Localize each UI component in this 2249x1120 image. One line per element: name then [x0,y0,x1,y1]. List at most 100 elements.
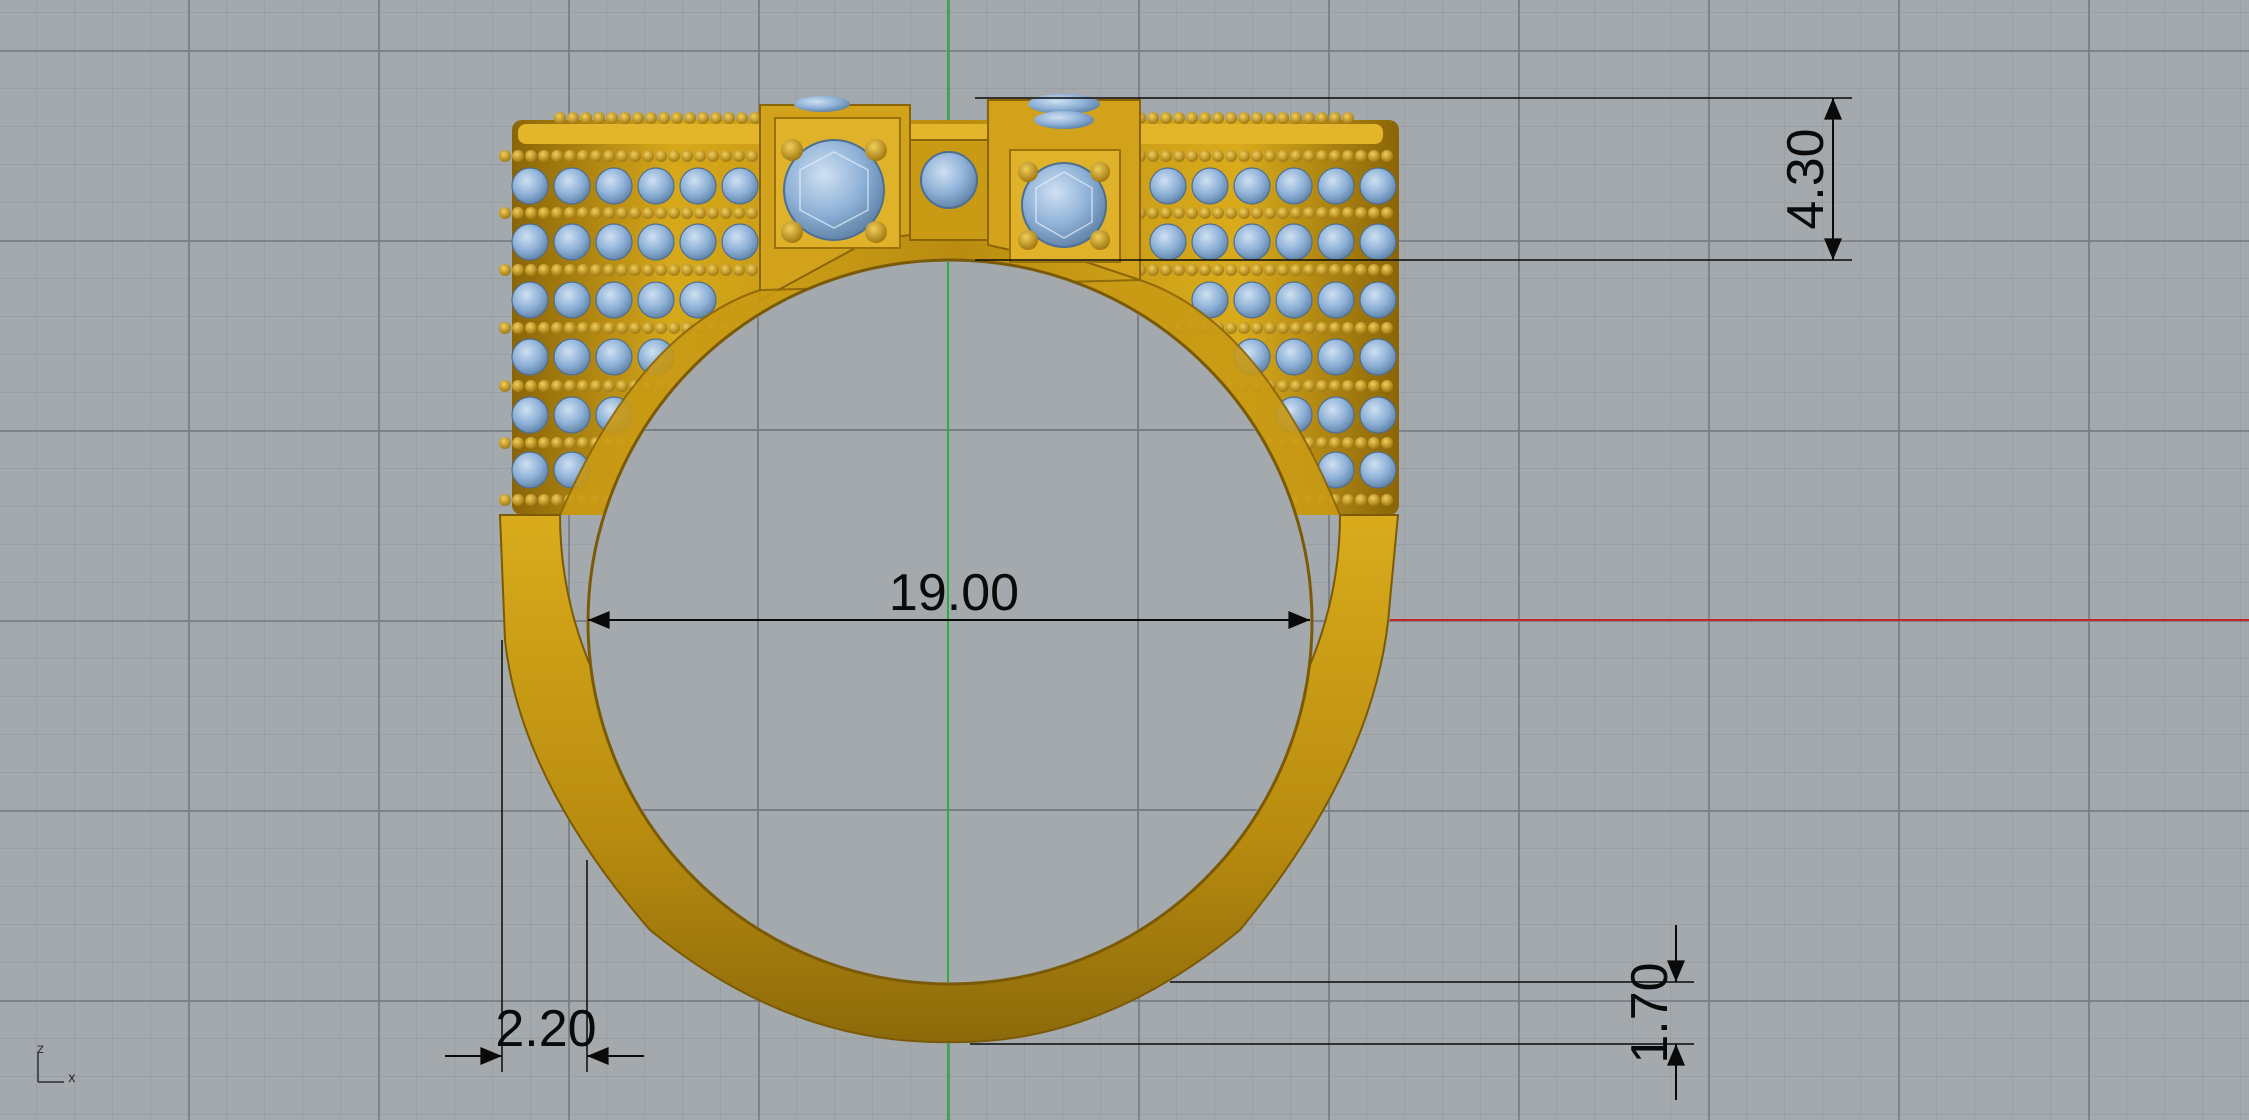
pave-stone [1275,281,1313,319]
axis-z-label: z [37,1042,44,1057]
bead [603,150,615,162]
bead [1238,322,1250,334]
bead [710,112,722,124]
pave-stone [1359,451,1397,489]
bead [1277,112,1289,124]
axis-x-label: x [68,1071,76,1086]
bead [525,494,537,506]
bead [1160,207,1172,219]
pave-stone [1275,338,1313,376]
bead [1355,264,1367,276]
bead [1264,264,1276,276]
bead [1303,150,1315,162]
bead [1368,437,1380,449]
bead [525,322,537,334]
pave-stone [1359,167,1397,205]
pave-stone [1317,396,1355,434]
bead [590,207,602,219]
bead [1147,207,1159,219]
bead [1303,264,1315,276]
bead [723,112,735,124]
ring-model-canvas[interactable]: 19.00 4.30 1.70 2.20 [0,0,2249,1120]
bead [1329,437,1341,449]
bead [551,380,563,392]
bead [1173,112,1185,124]
bead [655,150,667,162]
bead [642,264,654,276]
bead [577,322,589,334]
bead [1316,150,1328,162]
bead [577,264,589,276]
bead [538,380,550,392]
bead [671,112,683,124]
bead [1316,207,1328,219]
bead [684,112,696,124]
pave-stone [1317,223,1355,261]
bead [603,264,615,276]
bead [1342,437,1354,449]
pave-stone [595,338,633,376]
bead [681,207,693,219]
bead [1342,112,1354,124]
bead [1199,150,1211,162]
bead [1277,150,1289,162]
bead [512,150,524,162]
bead [746,150,758,162]
bead [681,264,693,276]
bead [616,207,628,219]
bead [720,207,732,219]
bead [642,207,654,219]
bead [512,207,524,219]
bead [1381,207,1393,219]
bead [1303,322,1315,334]
front-viewport[interactable]: 19.00 4.30 1.70 2.20 z x [0,0,2249,1120]
bead [1186,150,1198,162]
bead [499,150,511,162]
bead [1381,380,1393,392]
bead [655,207,667,219]
bead [1251,264,1263,276]
pave-stone [637,223,675,261]
bead [512,494,524,506]
bead [1329,207,1341,219]
bead [1147,112,1159,124]
bead [1173,207,1185,219]
pave-stone [1359,338,1397,376]
bead [525,437,537,449]
pave-stone [511,281,549,319]
bead [499,380,511,392]
bead [1342,264,1354,276]
bead [1238,207,1250,219]
pave-stone [553,338,591,376]
bead [1316,380,1328,392]
bead [1277,207,1289,219]
bead [720,264,732,276]
pave-stone [553,167,591,205]
bead [1355,207,1367,219]
bead [1368,150,1380,162]
bead [632,112,644,124]
bead [499,207,511,219]
bead [525,207,537,219]
bead [1186,112,1198,124]
pave-stone [1317,281,1355,319]
bead [590,380,602,392]
bead [1381,150,1393,162]
bead [1199,112,1211,124]
bead [1212,150,1224,162]
dimension-shank-side-label: 2.20 [495,1000,596,1058]
bead [629,322,641,334]
pave-stone [1149,167,1187,205]
pave-stone [1359,223,1397,261]
bead [512,264,524,276]
bead [551,494,563,506]
bead [720,150,732,162]
bead [590,264,602,276]
bead [1173,150,1185,162]
bead [577,437,589,449]
bead [551,150,563,162]
pave-stone [595,167,633,205]
bead [1251,112,1263,124]
bead [1355,494,1367,506]
pave-stone [637,167,675,205]
